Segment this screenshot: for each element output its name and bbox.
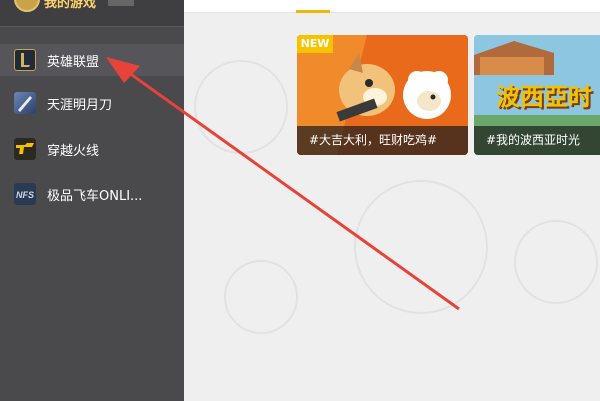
sidebar-item-label: 天涯明月刀 xyxy=(47,97,113,113)
card-title: 波西亞时 xyxy=(496,83,592,111)
sidebar-item-label: 极品飞车ONLI... xyxy=(47,188,143,204)
sidebar-item-label: 英雄联盟 xyxy=(47,54,100,70)
new-badge: NEW xyxy=(297,35,333,53)
avatar[interactable] xyxy=(14,0,40,12)
background-decoration xyxy=(224,260,298,334)
background-decoration xyxy=(514,220,598,304)
background-decoration xyxy=(354,180,488,314)
main-content: NEW #大吉大利，旺财吃鸡# 波西亞时 #我的波西亚时光 xyxy=(184,0,600,401)
level-badge xyxy=(108,0,134,6)
sidebar-item-nfs[interactable]: NFS 极品飞车ONLI... xyxy=(0,178,184,210)
tianya-icon xyxy=(14,92,36,114)
background-decoration xyxy=(194,60,288,154)
sidebar-item-tianya[interactable]: 天涯明月刀 xyxy=(0,87,184,119)
card-caption: #我的波西亚时光 xyxy=(474,126,600,155)
top-bar xyxy=(184,0,600,13)
svg-text:NFS: NFS xyxy=(16,190,34,200)
sidebar-header: 我的游戏 xyxy=(0,0,184,27)
sidebar-item-label: 穿越火线 xyxy=(47,143,100,159)
lol-icon xyxy=(14,49,36,71)
sidebar-item-lol[interactable]: 英雄联盟 xyxy=(0,44,184,76)
sidebar-item-cf[interactable]: 穿越火线 xyxy=(0,133,184,165)
active-tab-indicator xyxy=(296,10,330,13)
username: 我的游戏 xyxy=(44,0,97,11)
nfs-icon: NFS xyxy=(14,183,36,205)
card-caption: #大吉大利，旺财吃鸡# xyxy=(297,126,468,155)
sidebar: 我的游戏 英雄联盟 天涯明月刀 穿越火线 NFS 极品飞车ONLI... xyxy=(0,0,184,401)
game-card-chicken[interactable]: NEW #大吉大利，旺财吃鸡# xyxy=(297,35,468,155)
game-card-portia[interactable]: 波西亞时 #我的波西亚时光 xyxy=(474,35,600,155)
cf-icon xyxy=(14,138,36,160)
